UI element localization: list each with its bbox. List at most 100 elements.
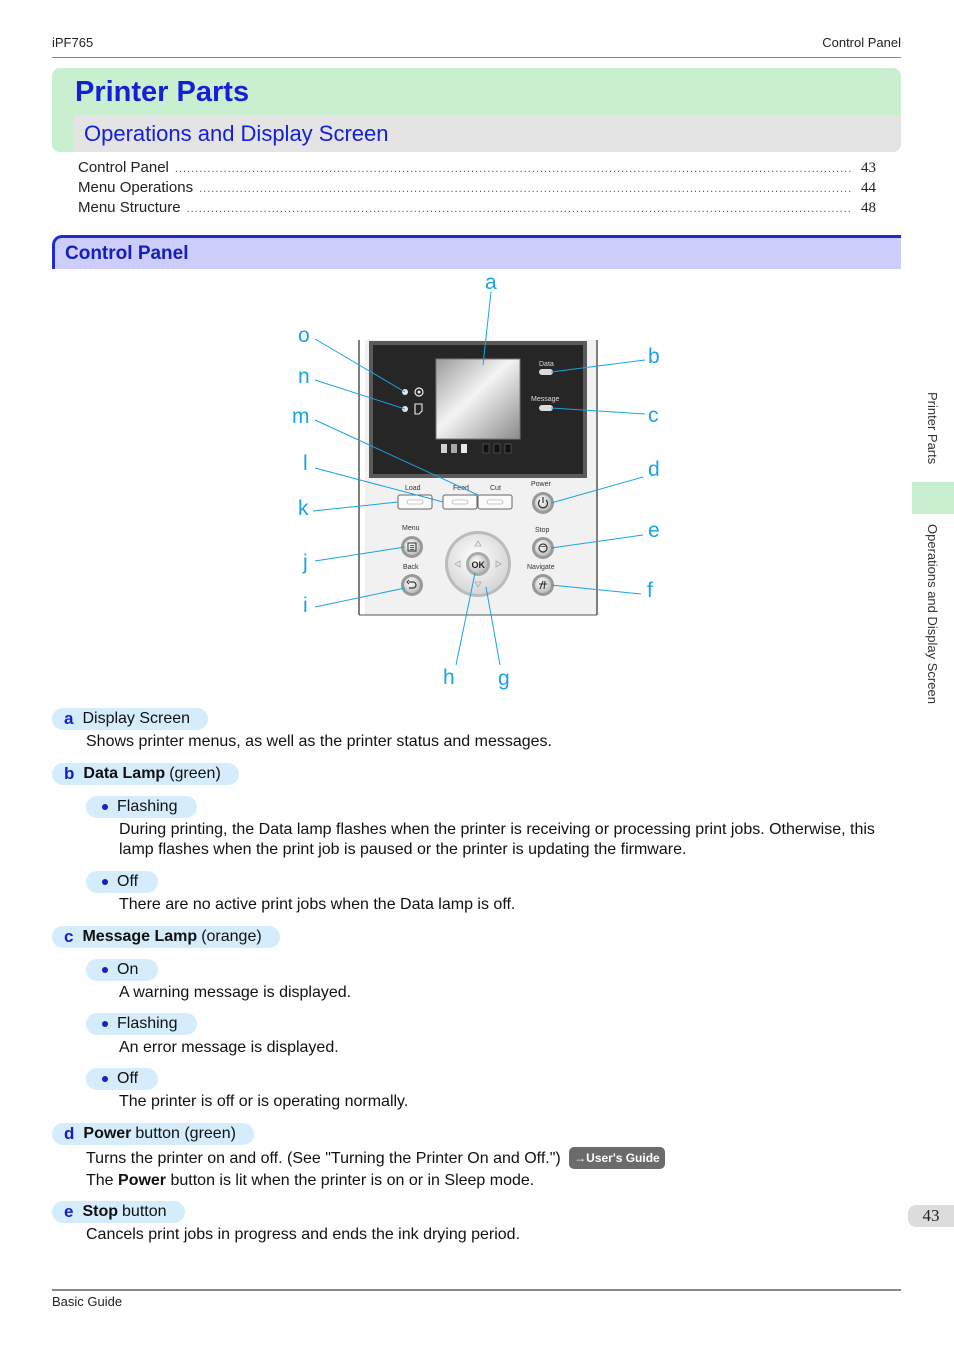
toc-entry[interactable]: Menu Structure .........................… [78,199,876,219]
toc-leader: ........................................… [174,163,852,175]
state-tag: Off [86,871,159,893]
item-d-description: Turns the printer on and off. (See "Turn… [86,1147,665,1169]
state-label: On [117,961,139,978]
toc-page[interactable]: 43 [858,160,876,177]
item-b-heading: b Data Lamp (green) [52,763,239,785]
state-description: An error message is displayed. [119,1039,339,1056]
toc-page[interactable]: 44 [858,180,876,197]
item-letter: e [64,1202,74,1221]
toc-leader: ........................................… [199,183,852,195]
callout-d: d [648,458,660,481]
state-description: There are no active print jobs when the … [119,896,516,913]
item-a-description: Shows printer menus, as well as the prin… [86,733,552,750]
bullet-icon [102,1021,108,1027]
item-title-bold: Power [83,1125,132,1142]
subtitle-bar: Operations and Display Screen [74,115,901,152]
ok-label: OK [472,560,486,570]
state-label: Off [117,873,139,890]
page-subtitle: Operations and Display Screen [84,121,389,146]
bullet-icon [102,967,108,973]
item-title-bold: Stop [82,1203,119,1220]
item-title: button [122,1203,167,1220]
title-box: Printer Parts Operations and Display Scr… [52,68,901,152]
message-lamp [539,405,553,411]
page-number: 43 [908,1205,954,1227]
item-title: (green) [169,765,221,782]
item-title: Display Screen [82,710,191,727]
item-d-text: Turns the printer on and off. (See "Turn… [86,1150,561,1167]
callout-f: f [647,579,653,602]
footer-rule [52,1289,901,1291]
callout-o: o [298,324,310,347]
state-description: A warning message is displayed. [119,984,352,1001]
toc-page[interactable]: 48 [858,200,876,217]
state-tag: Off [86,1068,159,1090]
state-label: Flashing [117,1015,178,1032]
table-of-contents: Control Panel ..........................… [78,159,876,219]
callout-b: b [648,345,660,368]
cut-label: Cut [490,485,501,492]
item-d-note: The Power button is lit when the printer… [86,1171,534,1191]
callout-n: n [298,365,310,388]
control-panel-illustration: Data Message Load Feed Cut Power Menu Ba… [312,291,646,666]
item-title: button (green) [135,1125,236,1142]
state-label: Flashing [117,798,178,815]
callout-l: l [303,452,308,475]
toc-leader: ........................................… [186,203,852,215]
note-text: The [86,1172,119,1189]
back-label: Back [403,564,419,571]
data-lamp [539,369,553,375]
feed-label: Feed [453,485,469,492]
toc-label[interactable]: Menu Operations [78,179,193,196]
item-d-heading: d Power button (green) [52,1123,254,1145]
item-letter: b [64,764,75,783]
toc-label[interactable]: Menu Structure [78,199,181,216]
item-title: (orange) [201,928,262,945]
bullet-icon [102,879,108,885]
header-section: Control Panel [822,35,901,50]
callout-j: j [303,551,308,574]
toc-entry[interactable]: Menu Operations ........................… [78,179,876,199]
callout-e: e [648,519,660,542]
load-label: Load [405,485,421,492]
data-lamp-label: Data [539,361,554,368]
item-title-bold: Data Lamp [83,765,166,782]
header-model: iPF765 [52,35,94,50]
header-rule [52,57,901,58]
callout-m: m [292,405,310,428]
item-letter: c [64,927,74,946]
section-heading-bar: Control Panel [52,235,901,269]
callout-c: c [648,404,659,427]
state-label: Off [117,1070,139,1087]
item-letter: a [64,709,74,728]
users-guide-link[interactable]: →User's Guide [569,1147,665,1169]
control-panel-diagram: Data Message Load Feed Cut Power Menu Ba… [292,271,665,690]
side-tab-chapter[interactable]: Printer Parts [925,392,940,464]
note-text: button is lit when the printer is on or … [166,1172,535,1189]
side-tab-marker [912,482,954,514]
state-tag: On [86,959,159,981]
power-label: Power [531,481,552,488]
navigate-label: Navigate [527,564,555,571]
item-letter: d [64,1124,75,1143]
display-screen [435,358,521,440]
page-title: Printer Parts [75,76,250,108]
state-tag: Flashing [86,1013,198,1035]
bullet-icon [102,804,108,810]
message-lamp-label: Message [531,396,560,403]
state-tag: Flashing [86,796,198,818]
stop-label: Stop [535,527,550,534]
menu-label: Menu [402,525,420,532]
item-a-heading: a Display Screen [52,708,209,730]
item-e-description: Cancels print jobs in progress and ends … [86,1226,521,1243]
item-title-bold: Message Lamp [82,928,198,945]
bullet-icon [102,1076,108,1082]
toc-entry[interactable]: Control Panel ..........................… [78,159,876,179]
side-tab-section[interactable]: Operations and Display Screen [925,524,940,704]
item-e-heading: e Stop button [52,1201,185,1223]
callout-i: i [303,594,308,617]
item-c-heading: c Message Lamp (orange) [52,926,280,948]
callout-k: k [298,497,309,520]
toc-label[interactable]: Control Panel [78,159,169,176]
callout-a: a [485,271,497,294]
